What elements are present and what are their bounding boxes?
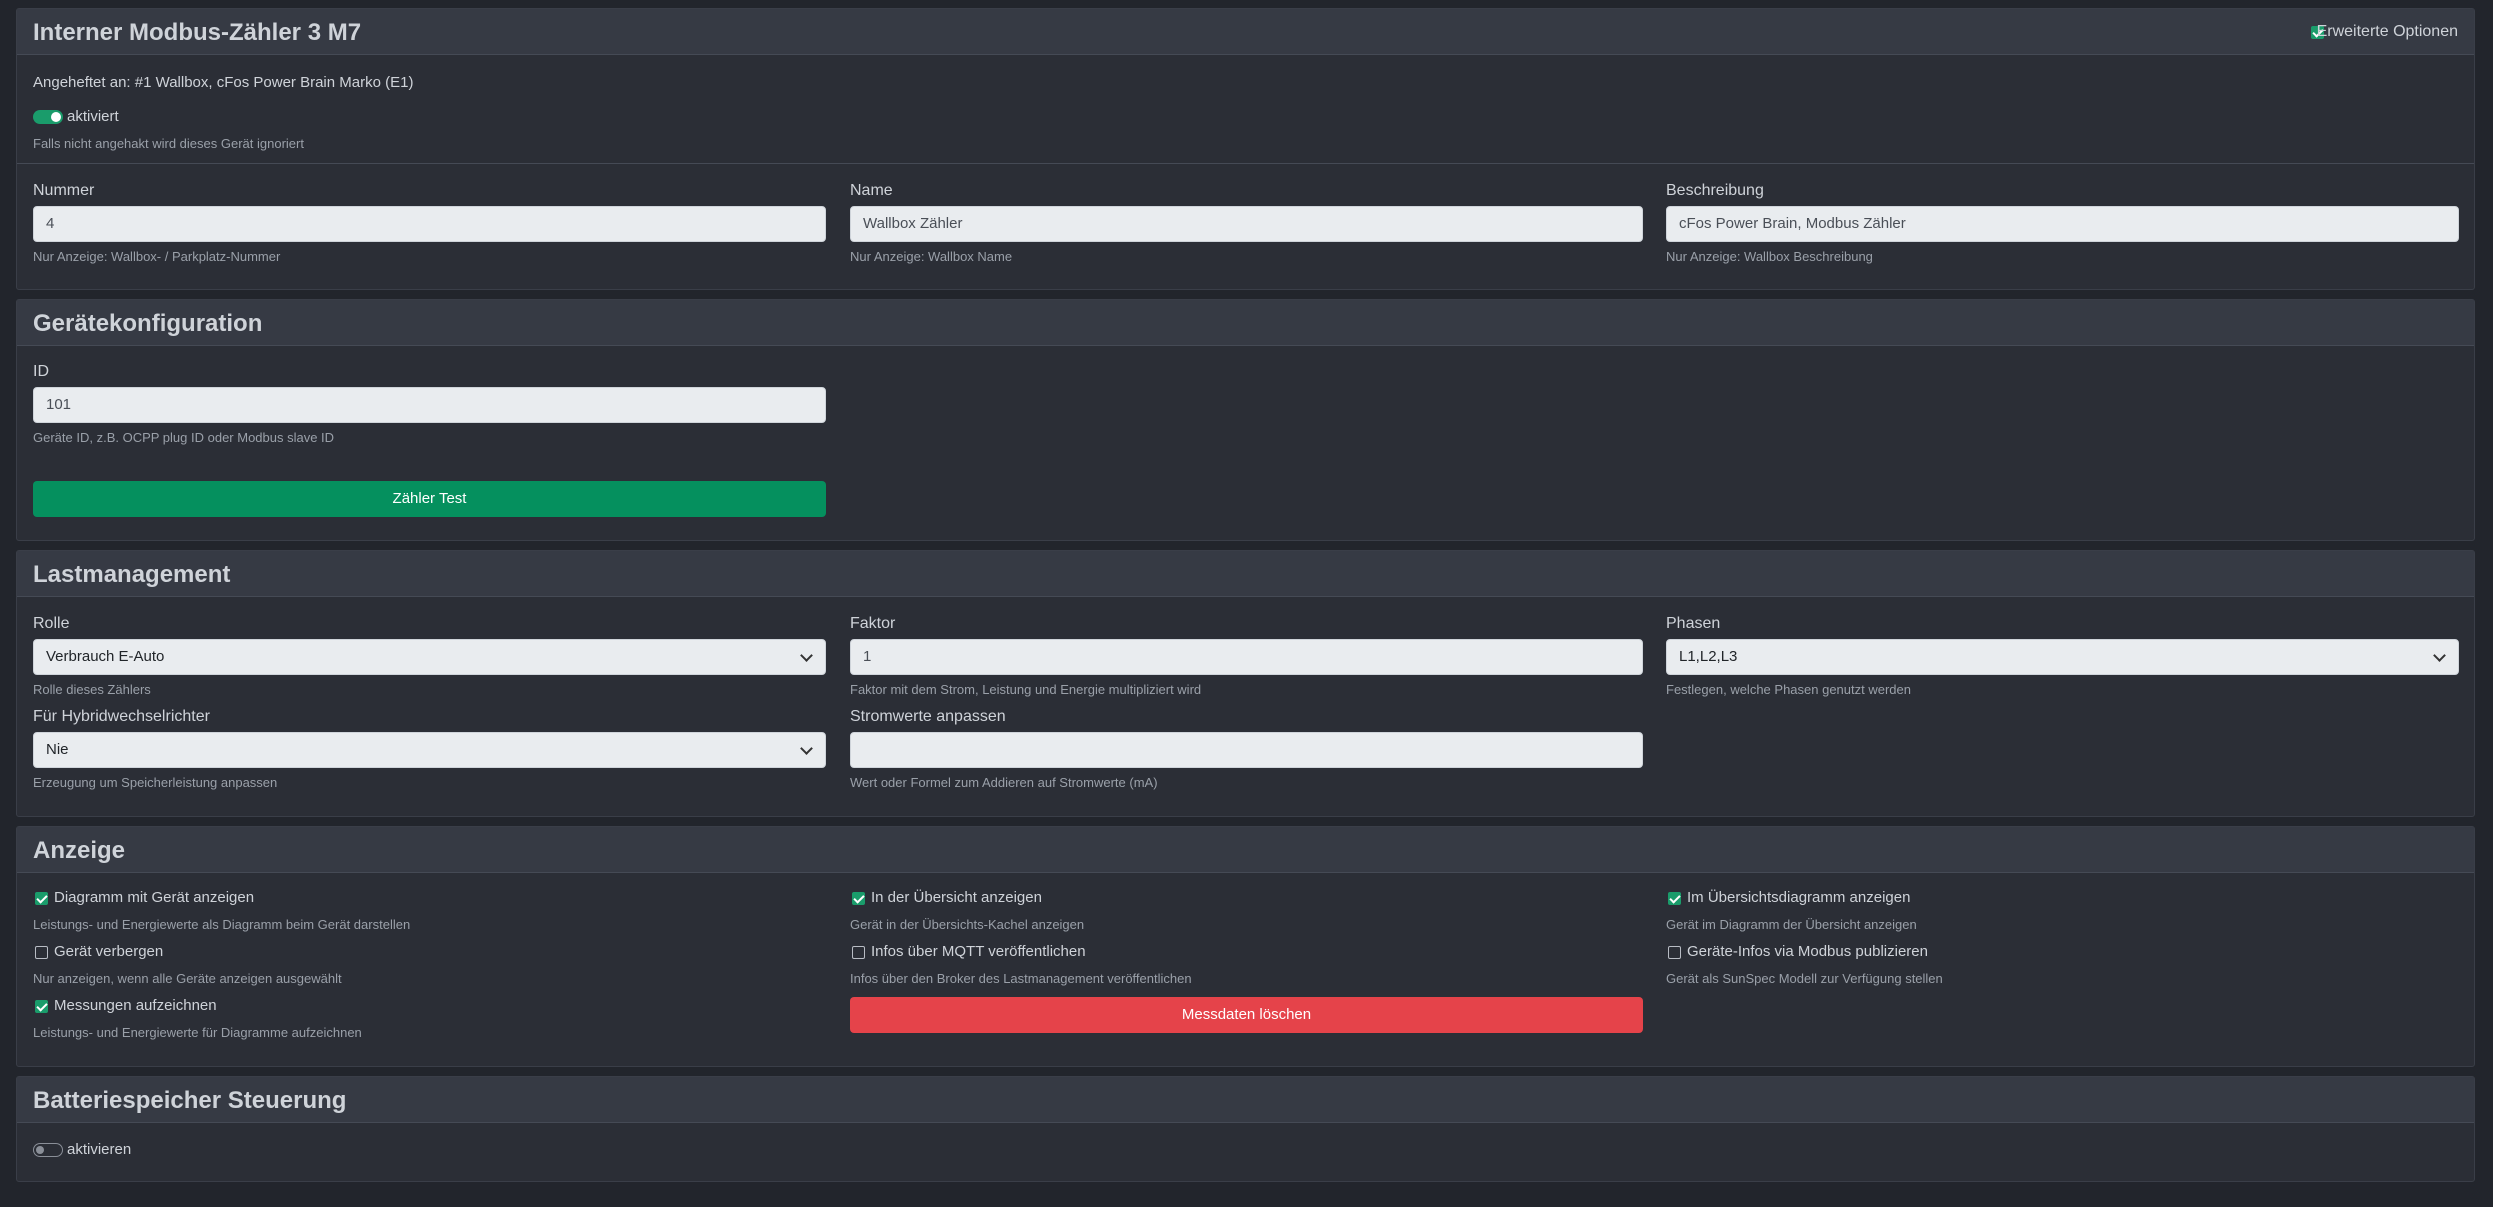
hybrid-label: Für Hybridwechselrichter: [33, 708, 210, 725]
hybrid-select[interactable]: Nie: [33, 732, 826, 768]
show-overview-help: Gerät in der Übersichts-Kachel anzeigen: [850, 917, 1085, 932]
show-overview-chart-label[interactable]: Im Übersichtsdiagramm anzeigen: [1687, 889, 1910, 906]
number-label: Nummer: [33, 182, 95, 199]
id-label: ID: [33, 363, 49, 380]
factor-label: Faktor: [850, 615, 896, 632]
device-config-card: Gerätekonfiguration ID 101 Geräte ID, z.…: [16, 299, 2475, 541]
phases-select[interactable]: L1,L2,L3: [1666, 639, 2459, 675]
number-help: Nur Anzeige: Wallbox- / Parkplatz-Nummer: [33, 249, 281, 264]
load-management-header: Lastmanagement: [17, 551, 2474, 597]
hide-device-label[interactable]: Gerät verbergen: [54, 943, 163, 960]
show-chart-help: Leistungs- und Energiewerte als Diagramm…: [33, 917, 411, 932]
battery-title: Batteriespeicher Steuerung: [33, 1087, 347, 1114]
show-chart-checkbox[interactable]: [35, 892, 48, 905]
advanced-options-label[interactable]: Erweiterte Optionen: [2317, 23, 2458, 41]
mqtt-publish-help: Infos über den Broker des Lastmanagement…: [850, 971, 1192, 986]
role-help: Rolle dieses Zählers: [33, 682, 151, 697]
modbus-publish-checkbox[interactable]: [1668, 946, 1681, 959]
modbus-publish-label[interactable]: Geräte-Infos via Modbus publizieren: [1687, 943, 1928, 960]
current-adjust-help: Wert oder Formel zum Addieren auf Stromw…: [850, 775, 1158, 790]
id-help: Geräte ID, z.B. OCPP plug ID oder Modbus…: [33, 430, 335, 445]
attached-text: Angeheftet an: #1 Wallbox, cFos Power Br…: [33, 74, 414, 91]
description-help: Nur Anzeige: Wallbox Beschreibung: [1666, 249, 1873, 264]
enabled-toggle[interactable]: [33, 110, 63, 124]
device-config-header: Gerätekonfiguration: [17, 300, 2474, 346]
record-measurements-checkbox[interactable]: [35, 1000, 48, 1013]
record-measurements-label[interactable]: Messungen aufzeichnen: [54, 997, 217, 1014]
show-overview-chart-help: Gerät im Diagramm der Übersicht anzeigen: [1666, 917, 1917, 932]
current-adjust-label: Stromwerte anpassen: [850, 708, 1006, 725]
id-input[interactable]: 101: [33, 387, 826, 423]
display-header: Anzeige: [17, 827, 2474, 873]
factor-input[interactable]: 1: [850, 639, 1643, 675]
hide-device-checkbox[interactable]: [35, 946, 48, 959]
enabled-help: Falls nicht angehakt wird dieses Gerät i…: [33, 136, 304, 151]
battery-card: Batteriespeicher Steuerung aktivieren: [16, 1076, 2475, 1182]
factor-help: Faktor mit dem Strom, Leistung und Energ…: [850, 682, 1202, 697]
phases-help: Festlegen, welche Phasen genutzt werden: [1666, 682, 1911, 697]
description-input[interactable]: cFos Power Brain, Modbus Zähler: [1666, 206, 2459, 242]
device-card: Interner Modbus-Zähler 3 M7 Erweiterte O…: [16, 8, 2475, 290]
meter-test-button[interactable]: Zähler Test: [33, 481, 826, 517]
load-management-card: Lastmanagement Rolle Verbrauch E-Auto Ro…: [16, 550, 2475, 817]
phases-label: Phasen: [1666, 615, 1721, 632]
device-config-title: Gerätekonfiguration: [33, 310, 263, 337]
name-input[interactable]: Wallbox Zähler: [850, 206, 1643, 242]
device-divider: [17, 163, 2474, 164]
show-overview-chart-checkbox[interactable]: [1668, 892, 1681, 905]
name-help: Nur Anzeige: Wallbox Name: [850, 249, 1013, 264]
enabled-label[interactable]: aktiviert: [67, 108, 119, 125]
hybrid-help: Erzeugung um Speicherleistung anpassen: [33, 775, 278, 790]
role-select[interactable]: Verbrauch E-Auto: [33, 639, 826, 675]
hide-device-help: Nur anzeigen, wenn alle Geräte anzeigen …: [33, 971, 342, 986]
show-overview-checkbox[interactable]: [852, 892, 865, 905]
name-label: Name: [850, 182, 893, 199]
modbus-publish-help: Gerät als SunSpec Modell zur Verfügung s…: [1666, 971, 1943, 986]
description-label: Beschreibung: [1666, 182, 1764, 199]
battery-enable-label[interactable]: aktivieren: [67, 1141, 131, 1158]
current-adjust-input[interactable]: [850, 732, 1643, 768]
load-management-title: Lastmanagement: [33, 561, 231, 588]
device-card-header: Interner Modbus-Zähler 3 M7 Erweiterte O…: [17, 9, 2474, 55]
display-title: Anzeige: [33, 837, 126, 864]
record-measurements-help: Leistungs- und Energiewerte für Diagramm…: [33, 1025, 362, 1040]
battery-enable-toggle[interactable]: [33, 1143, 63, 1157]
delete-measurements-button[interactable]: Messdaten löschen: [850, 997, 1643, 1033]
battery-header: Batteriespeicher Steuerung: [17, 1077, 2474, 1123]
device-title: Interner Modbus-Zähler 3 M7: [33, 19, 362, 46]
display-card: Anzeige Diagramm mit Gerät anzeigen Leis…: [16, 826, 2475, 1067]
mqtt-publish-checkbox[interactable]: [852, 946, 865, 959]
role-label: Rolle: [33, 615, 70, 632]
show-chart-label[interactable]: Diagramm mit Gerät anzeigen: [54, 889, 254, 906]
number-input[interactable]: 4: [33, 206, 826, 242]
show-overview-label[interactable]: In der Übersicht anzeigen: [871, 889, 1042, 906]
mqtt-publish-label[interactable]: Infos über MQTT veröffentlichen: [871, 943, 1086, 960]
